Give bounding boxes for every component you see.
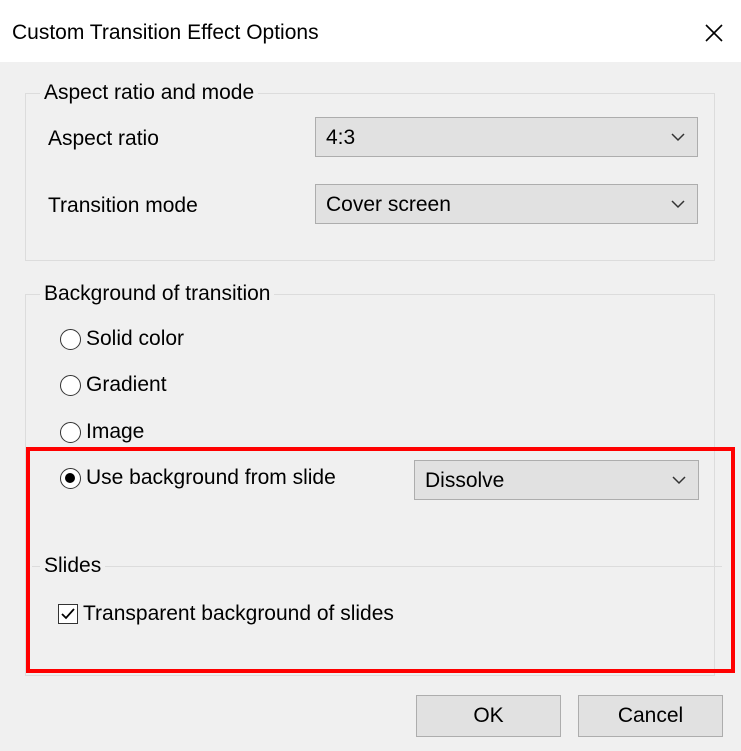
- chevron-down-icon: [671, 200, 685, 209]
- radio-use-slide-background[interactable]: Use background from slide: [60, 466, 336, 490]
- slides-group-divider: [32, 566, 722, 567]
- title-bar: Custom Transition Effect Options: [0, 0, 741, 62]
- slide-effect-value: Dissolve: [425, 469, 505, 492]
- radio-solid-color-circle: [60, 328, 81, 350]
- aspect-ratio-label: Aspect ratio: [48, 127, 159, 150]
- radio-solid-color[interactable]: Solid color: [60, 327, 184, 351]
- slides-group-legend: Slides: [40, 553, 106, 579]
- checkbox-box: [58, 604, 78, 624]
- radio-gradient[interactable]: Gradient: [60, 373, 167, 397]
- cancel-button[interactable]: Cancel: [578, 695, 723, 737]
- dialog-window: Custom Transition Effect Options Aspect …: [0, 0, 741, 751]
- radio-solid-color-label: Solid color: [86, 327, 185, 350]
- transition-mode-select[interactable]: Cover screen: [315, 184, 698, 224]
- aspect-ratio-value: 4:3: [326, 126, 356, 149]
- radio-image[interactable]: Image: [60, 420, 144, 444]
- checkmark-icon: [61, 608, 75, 620]
- slide-effect-select[interactable]: Dissolve: [414, 460, 699, 500]
- radio-gradient-circle: [60, 374, 81, 396]
- radio-use-slide-background-circle: [60, 467, 81, 489]
- aspect-ratio-select[interactable]: 4:3: [315, 117, 698, 157]
- close-button[interactable]: [691, 10, 737, 56]
- dialog-title: Custom Transition Effect Options: [12, 21, 319, 44]
- chevron-down-icon: [672, 476, 686, 485]
- close-icon: [705, 24, 723, 42]
- ok-button[interactable]: OK: [416, 695, 561, 737]
- transparent-background-checkbox[interactable]: Transparent background of slides: [58, 602, 394, 626]
- chevron-down-icon: [671, 133, 685, 142]
- radio-image-label: Image: [86, 420, 145, 443]
- background-group-legend: Background of transition: [40, 281, 275, 307]
- transition-mode-label: Transition mode: [48, 194, 198, 217]
- transparent-background-label: Transparent background of slides: [83, 602, 394, 625]
- aspect-ratio-group-legend: Aspect ratio and mode: [40, 80, 259, 106]
- radio-gradient-label: Gradient: [86, 373, 167, 396]
- transition-mode-value: Cover screen: [326, 193, 451, 216]
- radio-image-circle: [60, 421, 81, 443]
- radio-use-slide-background-label: Use background from slide: [86, 466, 336, 489]
